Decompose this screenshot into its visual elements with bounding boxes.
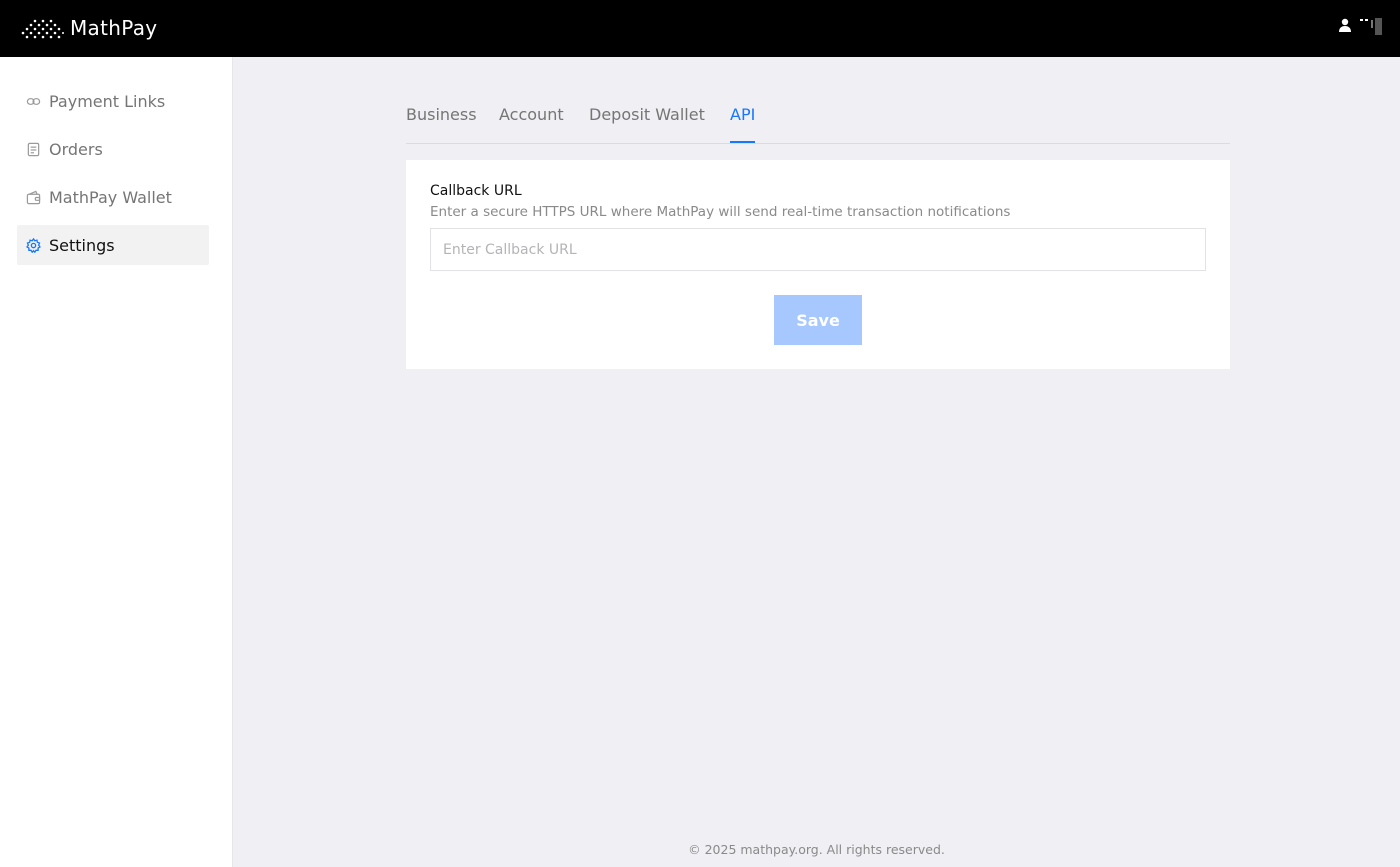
gear-icon — [25, 237, 41, 253]
sidebar-item-label: Orders — [49, 139, 103, 159]
sidebar-item-label: Settings — [49, 235, 115, 255]
masked-name-icon — [1360, 18, 1382, 35]
sidebar: Payment Links Orders MathPay Wallet Sett… — [0, 57, 233, 867]
sidebar-item-label: MathPay Wallet — [49, 187, 172, 207]
link-icon — [25, 93, 41, 109]
user-icon — [1339, 18, 1351, 32]
sidebar-item-orders[interactable]: Orders — [17, 129, 209, 169]
tab-api[interactable]: API — [730, 105, 756, 143]
brand[interactable]: MathPay — [20, 13, 157, 43]
callback-url-label: Callback URL — [430, 183, 522, 199]
sidebar-item-settings[interactable]: Settings — [17, 225, 209, 265]
tab-deposit-wallet[interactable]: Deposit Wallet — [589, 105, 705, 143]
tab-account[interactable]: Account — [499, 105, 564, 143]
sidebar-item-payment-links[interactable]: Payment Links — [17, 81, 209, 121]
sidebar-item-label: Payment Links — [49, 91, 166, 111]
sidebar-item-mathpay-wallet[interactable]: MathPay Wallet — [17, 177, 209, 217]
mathpay-logo-icon — [21, 19, 64, 39]
save-button[interactable]: Save — [774, 295, 862, 345]
brand-name: MathPay — [70, 16, 158, 40]
callback-url-input[interactable] — [430, 228, 1206, 271]
document-icon — [25, 141, 41, 157]
api-settings-card: Callback URL Enter a secure HTTPS URL wh… — [406, 160, 1230, 369]
wallet-icon — [25, 189, 41, 205]
callback-url-description: Enter a secure HTTPS URL where MathPay w… — [430, 204, 1011, 220]
tab-business[interactable]: Business — [406, 105, 477, 143]
user-menu[interactable] — [1338, 16, 1386, 36]
settings-tabs: Business Account Deposit Wallet API — [406, 96, 1230, 144]
top-bar: MathPay — [0, 0, 1400, 57]
footer-copyright: © 2025 mathpay.org. All rights reserved. — [688, 842, 945, 857]
